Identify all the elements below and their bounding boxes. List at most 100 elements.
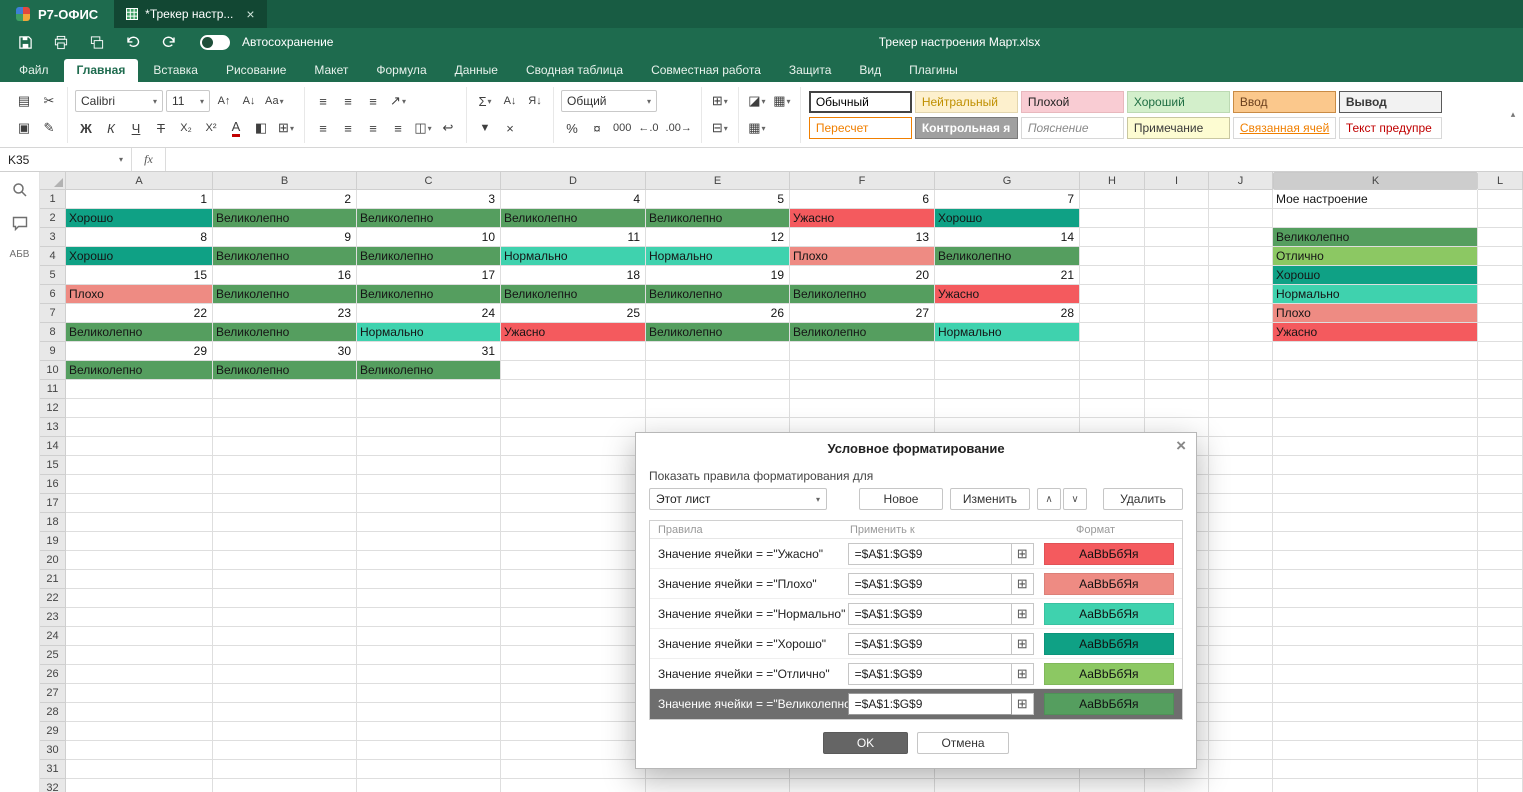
cell-B31[interactable] <box>213 760 357 779</box>
cell-J13[interactable] <box>1209 418 1273 437</box>
cell-D3[interactable]: 11 <box>501 228 646 247</box>
borders-button[interactable]: ⊞▾ <box>275 117 297 139</box>
cell-I32[interactable] <box>1145 779 1209 792</box>
cell-C26[interactable] <box>357 665 501 684</box>
cell-D26[interactable] <box>501 665 646 684</box>
cell-D8[interactable]: Ужасно <box>501 323 646 342</box>
cell-C13[interactable] <box>357 418 501 437</box>
rule-row[interactable]: Значение ячейки = ="Нормально"=$A$1:$G$9… <box>650 599 1182 629</box>
cell-style-Пояснение[interactable]: Пояснение <box>1021 117 1124 139</box>
column-header-G[interactable]: G <box>935 172 1080 190</box>
close-icon[interactable]: × <box>246 7 254 21</box>
cell-H7[interactable] <box>1080 304 1145 323</box>
undo-button[interactable] <box>118 30 148 54</box>
cell-K15[interactable] <box>1273 456 1478 475</box>
cell-J17[interactable] <box>1209 494 1273 513</box>
row-header-25[interactable]: 25 <box>40 646 66 665</box>
cell-D31[interactable] <box>501 760 646 779</box>
cell-G9[interactable] <box>935 342 1080 361</box>
tab-Вставка[interactable]: Вставка <box>140 59 211 82</box>
cell-E6[interactable]: Великолепно <box>646 285 790 304</box>
cell-C16[interactable] <box>357 475 501 494</box>
cell-B1[interactable]: 2 <box>213 190 357 209</box>
cell-H9[interactable] <box>1080 342 1145 361</box>
decrease-decimal-button[interactable]: ←.0 <box>636 117 660 139</box>
cell-A22[interactable] <box>66 589 213 608</box>
column-header-A[interactable]: A <box>66 172 213 190</box>
cell-C1[interactable]: 3 <box>357 190 501 209</box>
cell-G5[interactable]: 21 <box>935 266 1080 285</box>
cell-B25[interactable] <box>213 646 357 665</box>
row-header-26[interactable]: 26 <box>40 665 66 684</box>
cell-G10[interactable] <box>935 361 1080 380</box>
cell-D5[interactable]: 18 <box>501 266 646 285</box>
cell-H4[interactable] <box>1080 247 1145 266</box>
cell-K8[interactable]: Ужасно <box>1273 323 1478 342</box>
cell-B28[interactable] <box>213 703 357 722</box>
cell-J26[interactable] <box>1209 665 1273 684</box>
rule-row[interactable]: Значение ячейки = ="Великолепно"=$A$1:$G… <box>650 689 1182 719</box>
column-header-E[interactable]: E <box>646 172 790 190</box>
cell-B11[interactable] <box>213 380 357 399</box>
cell-J1[interactable] <box>1209 190 1273 209</box>
cell-L26[interactable] <box>1478 665 1523 684</box>
column-header-C[interactable]: C <box>357 172 501 190</box>
cell-H2[interactable] <box>1080 209 1145 228</box>
cell-G7[interactable]: 28 <box>935 304 1080 323</box>
clear-filter-button[interactable]: × <box>499 117 521 139</box>
cell-A23[interactable] <box>66 608 213 627</box>
autosave-toggle[interactable] <box>200 35 230 50</box>
cell-B2[interactable]: Великолепно <box>213 209 357 228</box>
cell-D16[interactable] <box>501 475 646 494</box>
range-select-icon[interactable]: ⊞ <box>1012 603 1034 625</box>
cell-F6[interactable]: Великолепно <box>790 285 935 304</box>
cell-D25[interactable] <box>501 646 646 665</box>
cell-C17[interactable] <box>357 494 501 513</box>
cell-style-Текст предупре[interactable]: Текст предупре <box>1339 117 1442 139</box>
cell-B23[interactable] <box>213 608 357 627</box>
row-header-21[interactable]: 21 <box>40 570 66 589</box>
tab-Плагины[interactable]: Плагины <box>896 59 971 82</box>
cell-B5[interactable]: 16 <box>213 266 357 285</box>
tab-Рисование[interactable]: Рисование <box>213 59 299 82</box>
cell-B21[interactable] <box>213 570 357 589</box>
percent-style-button[interactable]: % <box>561 117 583 139</box>
cell-C19[interactable] <box>357 532 501 551</box>
cell-L10[interactable] <box>1478 361 1523 380</box>
cell-I3[interactable] <box>1145 228 1209 247</box>
cell-H32[interactable] <box>1080 779 1145 792</box>
cell-L15[interactable] <box>1478 456 1523 475</box>
cell-C6[interactable]: Великолепно <box>357 285 501 304</box>
row-header-32[interactable]: 32 <box>40 779 66 792</box>
cell-K20[interactable] <box>1273 551 1478 570</box>
italic-button[interactable]: К <box>100 117 122 139</box>
cell-J3[interactable] <box>1209 228 1273 247</box>
move-rule-down-button[interactable]: ∨ <box>1063 488 1087 510</box>
tab-Формула[interactable]: Формула <box>363 59 439 82</box>
cell-A26[interactable] <box>66 665 213 684</box>
collapse-ribbon-icon[interactable]: ▴ <box>1506 106 1520 122</box>
cell-H10[interactable] <box>1080 361 1145 380</box>
cell-D12[interactable] <box>501 399 646 418</box>
decrease-font-button[interactable]: А↓ <box>238 90 260 112</box>
cell-A8[interactable]: Великолепно <box>66 323 213 342</box>
cell-J11[interactable] <box>1209 380 1273 399</box>
row-header-11[interactable]: 11 <box>40 380 66 399</box>
cell-I9[interactable] <box>1145 342 1209 361</box>
cell-B17[interactable] <box>213 494 357 513</box>
cell-C4[interactable]: Великолепно <box>357 247 501 266</box>
cell-K21[interactable] <box>1273 570 1478 589</box>
rule-row[interactable]: Значение ячейки = ="Ужасно"=$A$1:$G$9⊞Аа… <box>650 539 1182 569</box>
row-header-13[interactable]: 13 <box>40 418 66 437</box>
cell-C30[interactable] <box>357 741 501 760</box>
cell-K19[interactable] <box>1273 532 1478 551</box>
merge-cells-button[interactable]: ◫▾ <box>412 117 434 139</box>
cell-K16[interactable] <box>1273 475 1478 494</box>
rule-row[interactable]: Значение ячейки = ="Плохо"=$A$1:$G$9⊞АаВ… <box>650 569 1182 599</box>
cell-A31[interactable] <box>66 760 213 779</box>
cell-A7[interactable]: 22 <box>66 304 213 323</box>
fill-color-button[interactable]: ◧ <box>250 117 272 139</box>
cell-A20[interactable] <box>66 551 213 570</box>
cell-L11[interactable] <box>1478 380 1523 399</box>
cell-C10[interactable]: Великолепно <box>357 361 501 380</box>
